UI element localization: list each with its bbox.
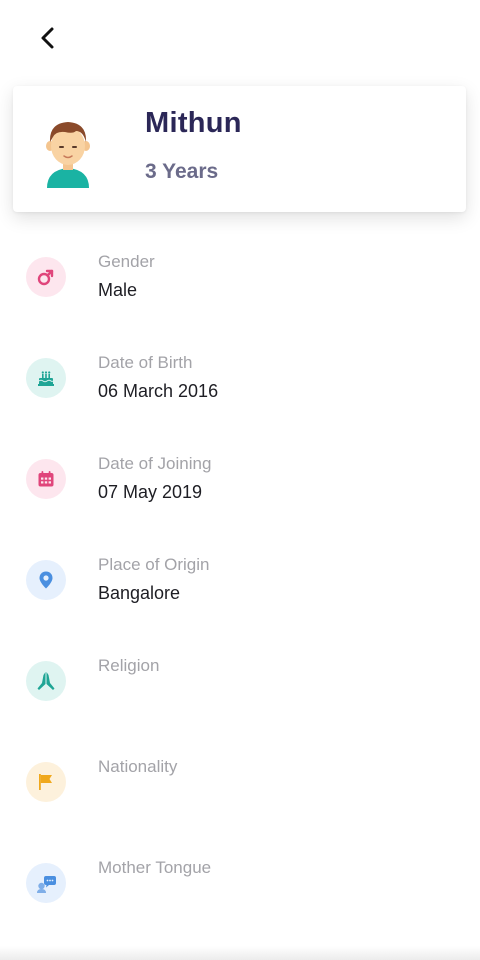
detail-label: Religion bbox=[98, 656, 160, 675]
detail-row-place-of-origin: Place of Origin Bangalore bbox=[0, 551, 480, 652]
detail-label: Mother Tongue bbox=[98, 858, 212, 877]
back-arrow-icon bbox=[41, 27, 54, 49]
detail-label: Nationality bbox=[98, 757, 178, 776]
calendar-icon bbox=[26, 459, 66, 499]
detail-row-date-of-birth: Date of Birth 06 March 2016 bbox=[0, 349, 480, 450]
male-icon bbox=[26, 257, 66, 297]
detail-label: Date of Birth bbox=[98, 353, 193, 372]
detail-row-gender: Gender Male bbox=[0, 248, 480, 349]
detail-value: 06 March 2016 bbox=[98, 381, 219, 401]
detail-label: Date of Joining bbox=[98, 454, 212, 473]
praying-hands-icon bbox=[26, 661, 66, 701]
cake-icon bbox=[26, 358, 66, 398]
detail-label: Place of Origin bbox=[98, 555, 210, 574]
detail-value: 07 May 2019 bbox=[98, 482, 203, 502]
back-button[interactable] bbox=[28, 18, 68, 58]
detail-value: Male bbox=[98, 280, 138, 300]
speech-bubble-icon bbox=[26, 863, 66, 903]
location-pin-icon bbox=[26, 560, 66, 600]
detail-list: Gender Male Date of Birth 06 March 2016 … bbox=[0, 248, 480, 955]
detail-row-religion: Religion bbox=[0, 652, 480, 753]
student-profile-screen: Mithun 3 Years Gender Male Date of Birth… bbox=[0, 0, 480, 960]
detail-value: Bangalore bbox=[98, 583, 181, 603]
child-avatar bbox=[46, 122, 90, 188]
bottom-divider bbox=[0, 946, 480, 960]
child-name: Mithun bbox=[145, 107, 242, 139]
detail-row-mother-tongue: Mother Tongue bbox=[0, 854, 480, 955]
detail-label: Gender bbox=[98, 252, 155, 271]
flag-icon bbox=[26, 762, 66, 802]
child-age: 3 Years bbox=[145, 160, 219, 183]
detail-row-nationality: Nationality bbox=[0, 753, 480, 854]
detail-row-date-of-joining: Date of Joining 07 May 2019 bbox=[0, 450, 480, 551]
profile-card: Mithun 3 Years bbox=[13, 86, 466, 212]
